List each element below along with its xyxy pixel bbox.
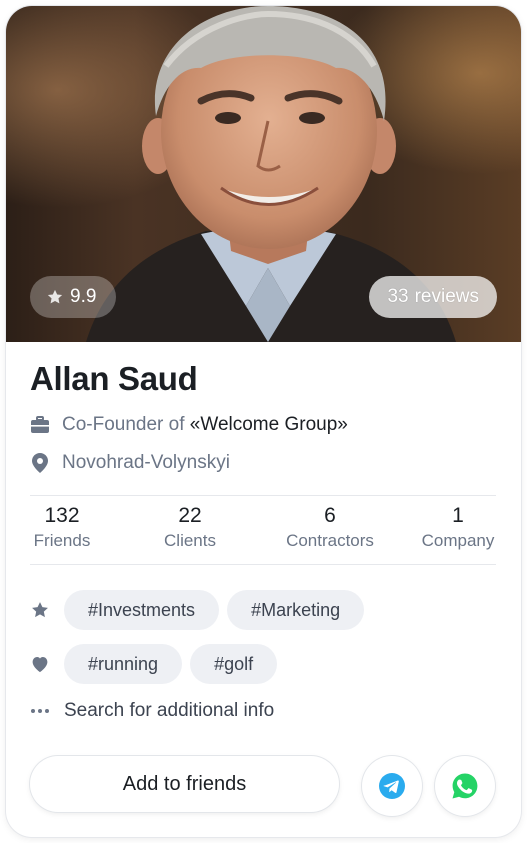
rating-badge: 9.9 xyxy=(30,276,117,318)
company-name[interactable]: «Welcome Group» xyxy=(190,414,348,435)
location-text: Novohrad-Volynskyi xyxy=(62,452,230,473)
profile-card: 9.9 33 reviews Allan Saud Co-Founder of … xyxy=(6,6,521,837)
stat-value: 132 xyxy=(44,504,80,527)
stat-value: 6 xyxy=(324,504,336,527)
heart-icon xyxy=(30,654,50,674)
stat-label: Clients xyxy=(164,531,216,550)
tag-golf[interactable]: #golf xyxy=(190,644,278,684)
search-additional-info[interactable]: Search for additional info xyxy=(30,700,274,722)
stat-label: Friends xyxy=(33,531,91,550)
stat-value: 22 xyxy=(178,504,202,527)
job-title: Co-Founder of xyxy=(62,414,185,435)
telegram-icon xyxy=(379,773,405,799)
profile-name: Allan Saud xyxy=(30,360,198,397)
search-additional-info-label: Search for additional info xyxy=(64,700,275,721)
tag-marketing[interactable]: #Marketing xyxy=(227,590,365,630)
reviews-count: 33 xyxy=(387,286,409,307)
stat-value: 1 xyxy=(452,504,464,527)
tag-investments[interactable]: #Investments xyxy=(64,590,220,630)
tag-running[interactable]: #running xyxy=(64,644,183,684)
reviews-label: reviews xyxy=(414,286,479,307)
telegram-button[interactable] xyxy=(362,756,422,816)
stat-friends[interactable]: 132 Friends xyxy=(32,503,92,553)
star-icon xyxy=(30,600,50,620)
location-row: Novohrad-Volynskyi xyxy=(30,452,230,474)
profile-photo: 9.9 33 reviews xyxy=(6,6,521,342)
ellipsis-icon xyxy=(30,708,50,714)
briefcase-icon xyxy=(30,415,50,435)
divider xyxy=(30,564,496,565)
stat-label: Contractors xyxy=(286,531,374,550)
stat-company[interactable]: 1 Company xyxy=(416,503,500,553)
divider xyxy=(30,495,496,496)
rating-value: 9.9 xyxy=(70,286,97,307)
location-pin-icon xyxy=(30,453,50,473)
whatsapp-button[interactable] xyxy=(435,756,495,816)
whatsapp-icon xyxy=(452,773,478,799)
stat-contractors[interactable]: 6 Contractors xyxy=(277,503,383,553)
star-icon xyxy=(47,289,63,304)
stat-label: Company xyxy=(421,531,495,550)
professional-interests: #Investments #Marketing xyxy=(30,590,372,630)
job-row: Co-Founder of «Welcome Group» xyxy=(30,414,348,436)
stat-clients[interactable]: 22 Clients xyxy=(152,503,228,553)
hobby-interests: #running #golf xyxy=(30,644,285,684)
add-to-friends-button[interactable]: Add to friends xyxy=(30,756,339,812)
stats-row: 132 Friends 22 Clients 6 Contractors 1 C… xyxy=(30,503,496,559)
reviews-badge[interactable]: 33 reviews xyxy=(369,276,497,318)
